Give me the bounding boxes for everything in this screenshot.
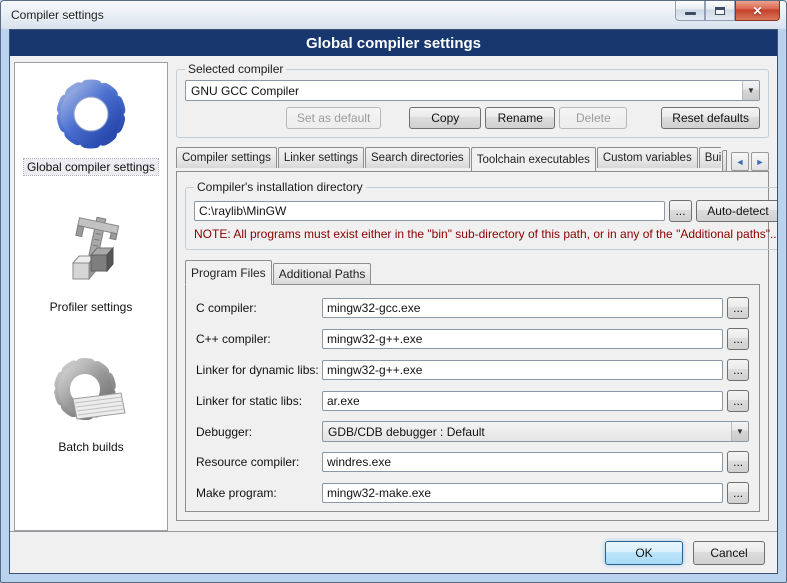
note-text: NOTE: All programs must exist either in … — [194, 227, 777, 241]
compiler-settings-window: Compiler settings ✕ Global compiler sett… — [0, 0, 787, 583]
caption-buttons: ✕ — [675, 1, 780, 21]
close-button[interactable]: ✕ — [735, 1, 780, 21]
table-row: Make program: ... — [196, 482, 749, 504]
tab-linker-settings[interactable]: Linker settings — [278, 147, 364, 168]
dialog-client-area: Global compiler settings — [9, 29, 778, 574]
c-compiler-browse-button[interactable]: ... — [727, 297, 749, 319]
compiler-select-value: GNU GCC Compiler — [186, 84, 742, 98]
caliper-icon — [49, 211, 133, 295]
tab-program-files[interactable]: Program Files — [185, 260, 272, 285]
gray-gear-icon — [49, 351, 133, 435]
blue-gear-icon — [49, 71, 133, 155]
sidebar-item-label: Profiler settings — [47, 299, 136, 315]
tab-scroll-right-button[interactable]: ► — [751, 152, 769, 171]
delete-button[interactable]: Delete — [559, 107, 627, 129]
settings-category-list: Global compiler settings — [14, 62, 168, 531]
close-icon: ✕ — [752, 4, 762, 18]
installation-directory-input[interactable] — [194, 201, 665, 221]
tab-compiler-settings[interactable]: Compiler settings — [176, 147, 277, 168]
sidebar-item-batch-builds[interactable]: Batch builds — [49, 351, 133, 455]
resource-compiler-input[interactable] — [322, 452, 723, 472]
tab-scroll-buttons: ◄ ► — [727, 152, 769, 171]
table-row: Resource compiler: ... — [196, 451, 749, 473]
installation-directory-row: ... Auto-detect — [194, 200, 777, 222]
program-files-page: C compiler: ... C++ compiler: ... — [185, 284, 760, 512]
make-program-browse-button[interactable]: ... — [727, 482, 749, 504]
settings-tabs: Compiler settings Linker settings Search… — [176, 147, 721, 171]
debugger-select[interactable]: GDB/CDB debugger : Default ▼ — [322, 421, 749, 442]
arrow-left-icon: ◄ — [736, 157, 745, 167]
tab-custom-variables[interactable]: Custom variables — [597, 147, 698, 168]
ok-button[interactable]: OK — [605, 541, 683, 565]
table-row: C++ compiler: ... — [196, 328, 749, 350]
static-linker-browse-button[interactable]: ... — [727, 390, 749, 412]
compiler-buttons-row: Set as default Copy Rename Delete Reset … — [185, 107, 760, 129]
rename-button[interactable]: Rename — [485, 107, 555, 129]
maximize-icon — [715, 7, 725, 15]
sidebar-item-label: Global compiler settings — [24, 159, 158, 175]
toolchain-executables-page: Compiler's installation directory ... Au… — [176, 171, 769, 521]
chevron-down-icon: ▼ — [731, 422, 748, 441]
settings-tabbar: Compiler settings Linker settings Search… — [176, 147, 769, 171]
chevron-down-icon: ▼ — [742, 81, 759, 100]
tab-search-directories[interactable]: Search directories — [365, 147, 470, 168]
selected-compiler-group: Selected compiler GNU GCC Compiler ▼ Set… — [176, 62, 769, 138]
cpp-compiler-browse-button[interactable]: ... — [727, 328, 749, 350]
auto-detect-button[interactable]: Auto-detect — [696, 200, 777, 222]
sidebar-item-label: Batch builds — [55, 439, 126, 455]
page-title: Global compiler settings — [10, 30, 777, 56]
browse-directory-button[interactable]: ... — [669, 200, 692, 222]
cpp-compiler-label: C++ compiler: — [196, 332, 322, 346]
main-panel: Selected compiler GNU GCC Compiler ▼ Set… — [176, 62, 769, 531]
table-row: Debugger: GDB/CDB debugger : Default ▼ — [196, 421, 749, 442]
static-linker-input[interactable] — [322, 391, 723, 411]
titlebar[interactable]: Compiler settings ✕ — [1, 1, 786, 29]
table-row: Linker for dynamic libs: ... — [196, 359, 749, 381]
tab-toolchain-executables[interactable]: Toolchain executables — [471, 147, 596, 171]
sidebar-item-profiler-settings[interactable]: Profiler settings — [47, 211, 136, 315]
dynamic-linker-label: Linker for dynamic libs: — [196, 363, 322, 377]
installation-directory-group-label: Compiler's installation directory — [194, 180, 366, 194]
selected-compiler-group-label: Selected compiler — [185, 62, 286, 76]
table-row: Linker for static libs: ... — [196, 390, 749, 412]
dialog-body: Global compiler settings — [10, 56, 777, 531]
tab-scroll-left-button[interactable]: ◄ — [731, 152, 749, 171]
maximize-button[interactable] — [705, 1, 735, 21]
cpp-compiler-input[interactable] — [322, 329, 723, 349]
set-as-default-button[interactable]: Set as default — [286, 107, 381, 129]
make-program-input[interactable] — [322, 483, 723, 503]
tab-build-options[interactable]: Build options — [699, 147, 721, 168]
dialog-footer: OK Cancel — [10, 531, 777, 573]
cancel-button[interactable]: Cancel — [693, 541, 765, 565]
copy-button[interactable]: Copy — [409, 107, 481, 129]
debugger-label: Debugger: — [196, 425, 322, 439]
resource-compiler-label: Resource compiler: — [196, 455, 322, 469]
tab-additional-paths[interactable]: Additional Paths — [273, 263, 372, 284]
sidebar-item-global-compiler-settings[interactable]: Global compiler settings — [24, 71, 158, 175]
window-title: Compiler settings — [11, 8, 104, 22]
minimize-button[interactable] — [675, 1, 705, 21]
dynamic-linker-browse-button[interactable]: ... — [727, 359, 749, 381]
minimize-icon — [685, 12, 696, 15]
make-program-label: Make program: — [196, 486, 322, 500]
static-linker-label: Linker for static libs: — [196, 394, 322, 408]
reset-defaults-button[interactable]: Reset defaults — [661, 107, 760, 129]
table-row: C compiler: ... — [196, 297, 749, 319]
resource-compiler-browse-button[interactable]: ... — [727, 451, 749, 473]
dynamic-linker-input[interactable] — [322, 360, 723, 380]
c-compiler-label: C compiler: — [196, 301, 322, 315]
installation-directory-group: Compiler's installation directory ... Au… — [185, 180, 777, 250]
program-tabbar: Program Files Additional Paths — [185, 260, 760, 284]
debugger-select-value: GDB/CDB debugger : Default — [323, 425, 731, 439]
arrow-right-icon: ► — [756, 157, 765, 167]
c-compiler-input[interactable] — [322, 298, 723, 318]
compiler-select[interactable]: GNU GCC Compiler ▼ — [185, 80, 760, 101]
